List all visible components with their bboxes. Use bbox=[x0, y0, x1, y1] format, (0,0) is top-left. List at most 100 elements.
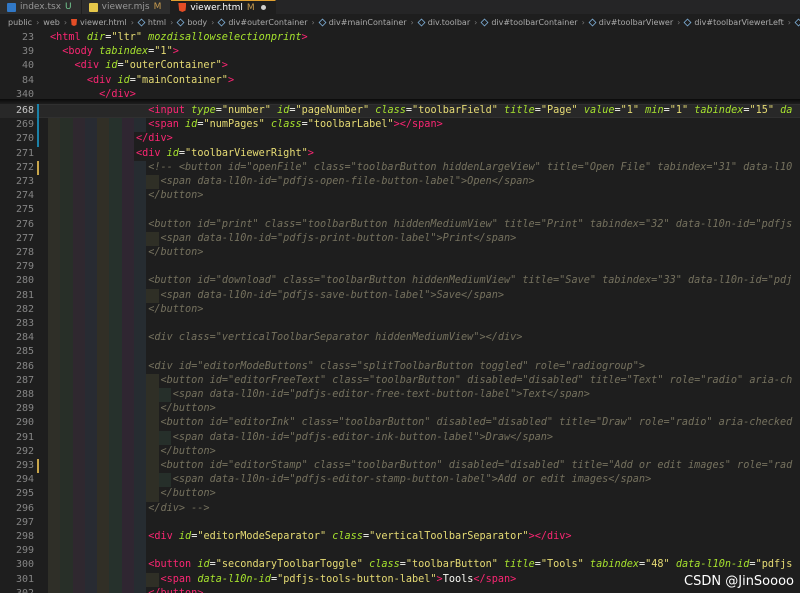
breadcrumb-item[interactable]: body bbox=[176, 18, 207, 27]
code-token: "toolbarLabel" bbox=[307, 119, 394, 131]
breadcrumb-item[interactable]: public bbox=[8, 18, 32, 27]
element-symbol-icon bbox=[318, 18, 327, 27]
code-line[interactable]: 296 </div> --> bbox=[0, 502, 800, 516]
code-line[interactable]: 272 <!-- <button id="openFile" class="too… bbox=[0, 161, 800, 175]
tab-viewer-mjs[interactable]: viewer.mjs M bbox=[81, 0, 172, 14]
breadcrumb-item[interactable]: div#outerContainer bbox=[217, 18, 308, 27]
code-line[interactable]: 276 <button id="print" class="toolbarButt… bbox=[0, 218, 800, 232]
code-line[interactable]: 280 <button id="download" class="toolbarB… bbox=[0, 274, 800, 288]
code-line[interactable]: 278 </button> bbox=[0, 246, 800, 260]
line-number: 291 bbox=[15, 431, 34, 443]
code-line[interactable]: 23 <html dir="ltr" mozdisallowselectionpr… bbox=[0, 31, 800, 45]
code-line[interactable]: 293 <button id="editorStamp" class="toolb… bbox=[0, 459, 800, 473]
code-token: class bbox=[362, 559, 400, 571]
code-token: tabindex bbox=[99, 46, 149, 58]
code-line[interactable]: 284 <div class="verticalToolbarSeparator … bbox=[0, 331, 800, 345]
code-line[interactable]: 277 <span data-l10n-id="pdfjs-print-butto… bbox=[0, 232, 800, 246]
code-line[interactable]: 297 bbox=[0, 516, 800, 530]
code-line[interactable]: 298 <div id="editorModeSeparator" class="… bbox=[0, 530, 800, 544]
chevron-right-icon: › bbox=[677, 18, 681, 27]
git-change-indicator[interactable] bbox=[37, 160, 39, 175]
code-text: </button> bbox=[161, 487, 216, 501]
code-line[interactable]: 275 bbox=[0, 203, 800, 217]
code-token: <button id="editorFreeText" class="toolb… bbox=[160, 374, 793, 386]
code-line[interactable]: 39 <body tabindex="1"> bbox=[0, 45, 800, 59]
code-token: id bbox=[270, 105, 290, 116]
code-text: </button> bbox=[148, 246, 203, 260]
code-line[interactable]: 294 <span data-l10n-id="pdfjs-editor-stam… bbox=[0, 473, 800, 487]
breadcrumb-item[interactable]: div#toolbarViewer bbox=[588, 18, 674, 27]
code-token: <!-- <button id="openFile" class="toolba… bbox=[148, 161, 793, 173]
code-line[interactable]: 340 </div> bbox=[0, 88, 800, 102]
code-line[interactable]: 279 bbox=[0, 260, 800, 274]
line-number: 294 bbox=[15, 474, 34, 486]
tab-viewer-html[interactable]: viewer.html M bbox=[171, 0, 276, 14]
code-token: min bbox=[639, 105, 664, 116]
breadcrumb-item[interactable]: html bbox=[137, 18, 166, 27]
code-line[interactable]: 292 </button> bbox=[0, 445, 800, 459]
code-line[interactable]: 270 </div> bbox=[0, 132, 800, 146]
code-line[interactable]: 269 <span id="numPages" class="toolbarLab… bbox=[0, 118, 800, 132]
code-line[interactable]: 273 <span data-l10n-id="pdfjs-open-file-b… bbox=[0, 175, 800, 189]
git-status-badge: M bbox=[153, 2, 162, 12]
code-line[interactable]: 283 bbox=[0, 317, 800, 331]
code-line[interactable]: 274 </button> bbox=[0, 189, 800, 203]
code-line[interactable]: 282 </button> bbox=[0, 303, 800, 317]
breadcrumb-item[interactable]: viewer.html bbox=[71, 18, 127, 27]
code-line[interactable]: 289 </button> bbox=[0, 402, 800, 416]
code-line[interactable]: 300 <button id="secondaryToolbarToggle" c… bbox=[0, 558, 800, 572]
code-token: > bbox=[172, 46, 179, 58]
chevron-right-icon: › bbox=[63, 18, 68, 27]
code-token: <div class="verticalToolbarSeparator hid… bbox=[148, 332, 523, 344]
code-editor[interactable]: 23 <html dir="ltr" mozdisallowselectionpr… bbox=[0, 31, 800, 593]
breadcrumb-item[interactable]: input#pageNumber.toolbarField bbox=[794, 18, 800, 27]
code-line[interactable]: 299 bbox=[0, 544, 800, 558]
breadcrumb-item[interactable]: div#toolbarContainer bbox=[480, 18, 578, 27]
code-line[interactable]: 281 <span data-l10n-id="pdfjs-save-button… bbox=[0, 289, 800, 303]
code-token: <button id="editorStamp" class="toolbarB… bbox=[160, 460, 793, 471]
element-symbol-icon bbox=[137, 18, 146, 27]
code-token: </button> bbox=[160, 403, 216, 415]
code-text: <div id="editorModeButtons" class="split… bbox=[148, 360, 645, 374]
code-line[interactable]: 84 <div id="mainContainer"> bbox=[0, 74, 800, 88]
code-token: "Tools" bbox=[540, 559, 584, 571]
line-number: 290 bbox=[15, 417, 34, 429]
javascript-file-icon bbox=[88, 2, 98, 12]
element-symbol-icon bbox=[217, 18, 226, 27]
line-number: 282 bbox=[15, 303, 34, 315]
code-line[interactable]: 291 <span data-l10n-id="pdfjs-editor-ink-… bbox=[0, 431, 800, 445]
code-text: <span data-l10n-id="pdfjs-editor-ink-but… bbox=[173, 431, 553, 445]
unsaved-dot-icon[interactable] bbox=[260, 5, 266, 10]
code-token: <span data-l10n-id="pdfjs-editor-free-te… bbox=[172, 389, 590, 400]
line-number: 276 bbox=[15, 218, 34, 230]
line-number: 299 bbox=[15, 545, 34, 557]
code-token: type bbox=[191, 105, 216, 116]
breadcrumb-item[interactable]: div.toolbar bbox=[417, 18, 470, 27]
code-line[interactable]: 286 <div id="editorModeButtons" class="sp… bbox=[0, 360, 800, 374]
code-line[interactable]: 290 <button id="editorInk" class="toolbar… bbox=[0, 416, 800, 430]
code-token: <span data-l10n-id="pdfjs-save-button-la… bbox=[160, 289, 504, 301]
code-line[interactable]: 268 <input type="number" id="pageNumber" … bbox=[0, 104, 800, 119]
code-line[interactable]: 40 <div id="outerContainer"> bbox=[0, 59, 800, 73]
breadcrumb-item[interactable]: div#mainContainer bbox=[318, 18, 407, 27]
code-token: <button id="print" class="toolbarButton … bbox=[148, 218, 793, 230]
code-line[interactable]: 288 <span data-l10n-id="pdfjs-editor-free… bbox=[0, 388, 800, 402]
code-token: </button> bbox=[148, 247, 204, 258]
code-token: "pdfjs bbox=[755, 559, 793, 571]
code-line[interactable]: 271 <div id="toolbarViewerRight"> bbox=[0, 147, 800, 161]
code-line[interactable]: 302 </button> bbox=[0, 587, 800, 593]
breadcrumb-item[interactable]: web bbox=[43, 18, 60, 27]
code-token: "1" bbox=[154, 46, 173, 58]
breadcrumb-label: div#toolbarViewer bbox=[598, 18, 674, 27]
code-token: <input bbox=[148, 105, 192, 116]
code-line[interactable]: 295 </button> bbox=[0, 487, 800, 501]
git-change-indicator[interactable] bbox=[37, 459, 39, 474]
code-line[interactable]: 285 bbox=[0, 345, 800, 359]
line-number: 84 bbox=[21, 74, 34, 86]
breadcrumb-item[interactable]: div#toolbarViewerLeft bbox=[683, 18, 784, 27]
code-line[interactable]: 301 <span data-l10n-id="pdfjs-tools-butto… bbox=[0, 573, 800, 587]
code-line[interactable]: 287 <button id="editorFreeText" class="to… bbox=[0, 374, 800, 388]
line-number: 285 bbox=[15, 346, 34, 358]
tab-index-tsx[interactable]: index.tsx U bbox=[0, 0, 82, 14]
git-change-indicator[interactable] bbox=[37, 104, 39, 147]
